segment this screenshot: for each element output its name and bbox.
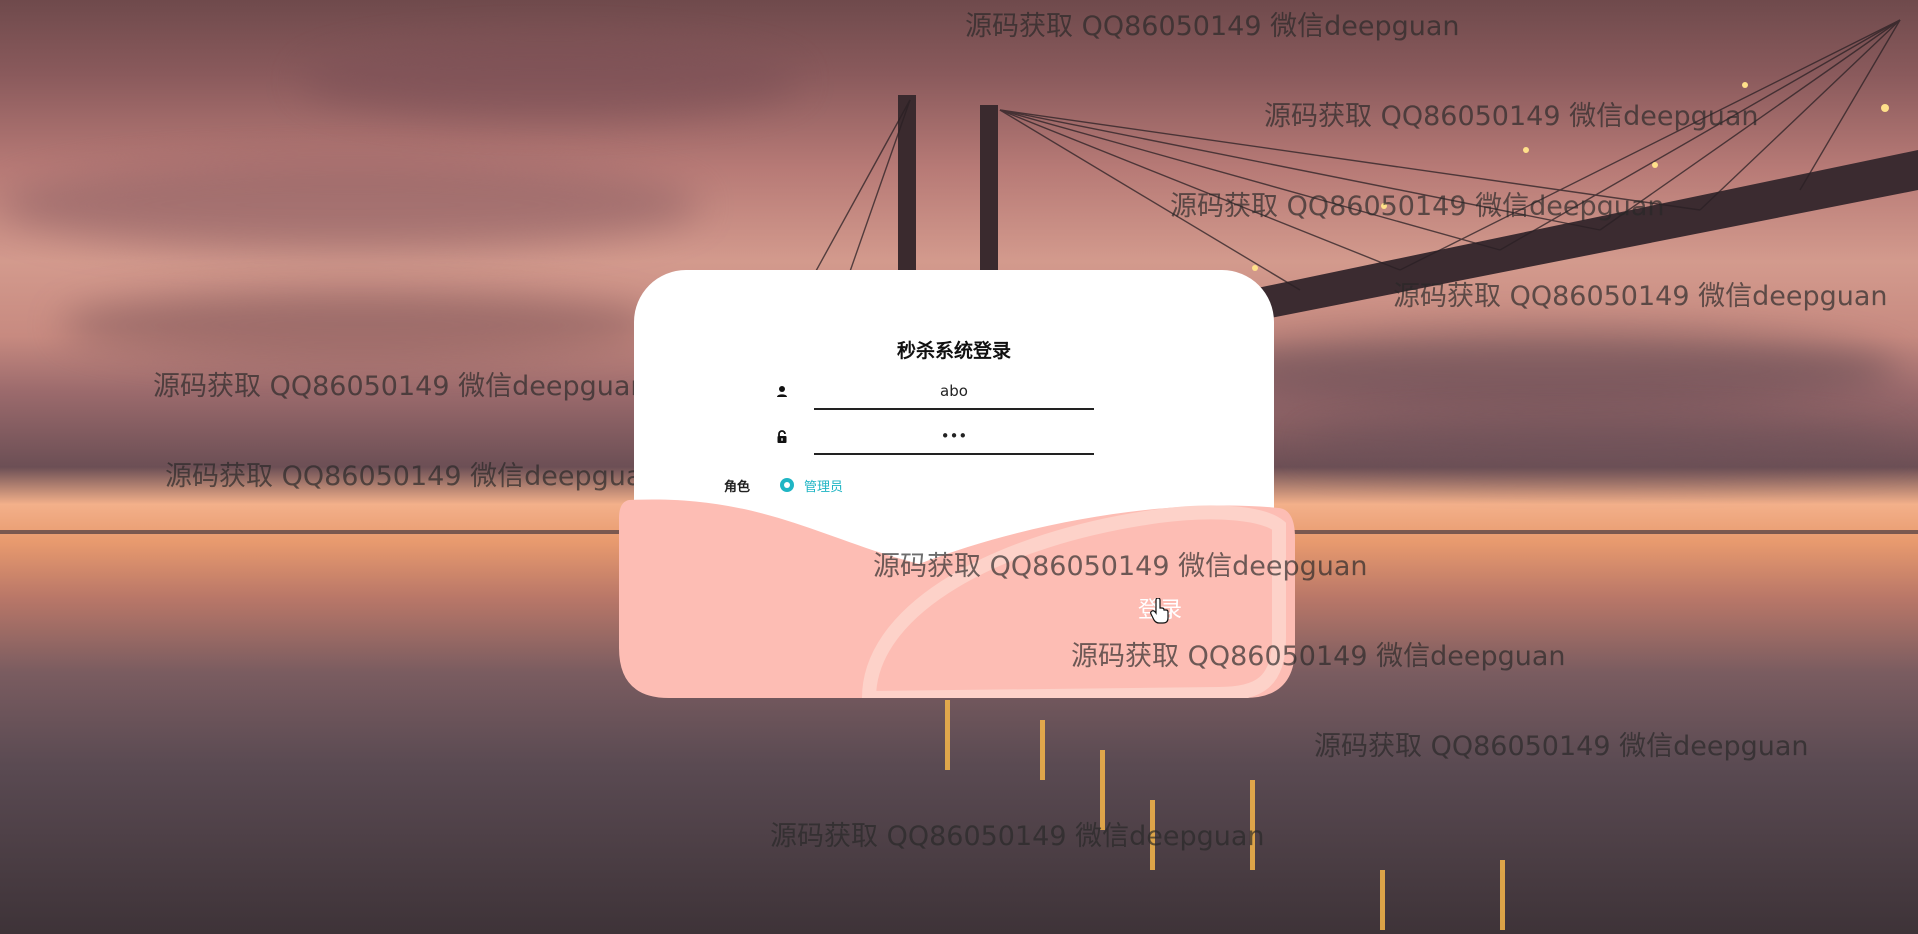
watermark-text: 源码获取 QQ86050149 微信deepguan <box>1071 641 1566 672</box>
watermark-text: 源码获取 QQ86050149 微信deepguan <box>165 461 660 492</box>
watermark-text: 源码获取 QQ86050149 微信deepguan <box>1314 731 1809 762</box>
watermark-text: 源码获取 QQ86050149 微信deepguan <box>1393 281 1888 312</box>
username-input[interactable] <box>814 374 1094 410</box>
password-row <box>774 419 1114 455</box>
watermark-text: 源码获取 QQ86050149 微信deepguan <box>153 371 648 402</box>
lock-icon <box>777 430 787 443</box>
watermark-text: 源码获取 QQ86050149 微信deepguan <box>1170 191 1665 222</box>
password-input[interactable] <box>814 419 1094 455</box>
role-option-label[interactable]: 管理员 <box>804 476 843 495</box>
hand-pointer-icon <box>1150 598 1169 624</box>
role-radio-admin[interactable] <box>780 478 794 492</box>
watermark-text: 源码获取 QQ86050149 微信deepguan <box>873 551 1368 582</box>
username-row <box>774 374 1114 410</box>
user-icon <box>777 386 787 397</box>
watermark-text: 源码获取 QQ86050149 微信deepguan <box>770 821 1265 852</box>
watermark-text: 源码获取 QQ86050149 微信deepguan <box>1264 101 1759 132</box>
login-title: 秒杀系统登录 <box>896 340 1011 362</box>
role-label: 角色 <box>724 480 751 495</box>
watermark-text: 源码获取 QQ86050149 微信deepguan <box>965 11 1460 42</box>
